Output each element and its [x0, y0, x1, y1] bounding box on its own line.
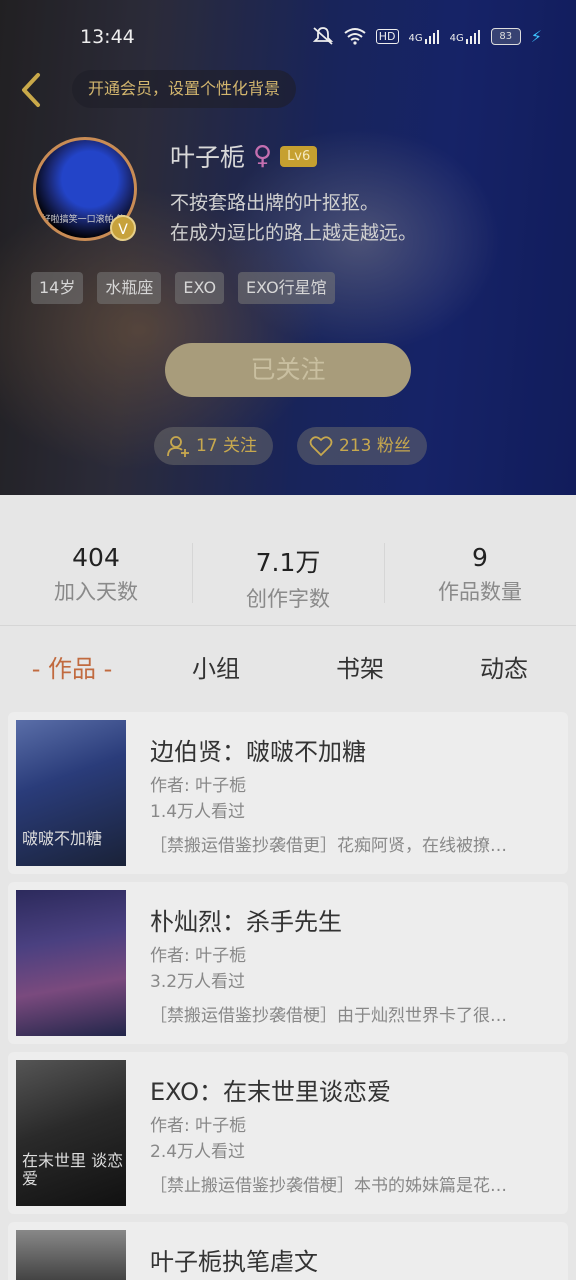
works-list: 啵啵不加糖 边伯贤：啵啵不加糖 作者: 叶子栀 1.4万人看过 ［禁搬运借鉴抄袭…	[8, 712, 568, 1280]
charging-icon: ⚡	[530, 26, 542, 46]
followers-count: 213 粉丝	[339, 436, 411, 456]
member-background-prompt[interactable]: 开通会员，设置个性化背景	[72, 70, 297, 108]
work-title: 边伯贤：啵啵不加糖	[150, 738, 366, 766]
signal-4g-icon: 4G	[409, 28, 440, 44]
bio: 不按套路出牌的叶抠抠。 在成为逗比的路上越走越远。	[170, 188, 417, 248]
stats-bar: 404 加入天数 7.1万 创作字数 9 作品数量	[0, 495, 576, 625]
book-cover: 在末世里 谈恋爱	[16, 1060, 126, 1206]
work-title: EXO：在末世里谈恋爱	[150, 1078, 391, 1106]
chevron-left-icon	[22, 73, 40, 107]
profile-tags: 14岁 水瓶座 EXO EXO行星馆	[31, 272, 335, 304]
mute-icon	[312, 27, 333, 45]
work-views: 3.2万人看过	[150, 972, 246, 992]
work-info: EXO：在末世里谈恋爱 作者: 叶子栀 2.4万人看过 ［禁止搬运借鉴抄袭借梗］…	[150, 1072, 556, 1196]
stat-days-label: 加入天数	[54, 580, 138, 604]
stat-works-value: 9	[472, 543, 488, 572]
work-card[interactable]: 啵啵不加糖 边伯贤：啵啵不加糖 作者: 叶子栀 1.4万人看过 ［禁搬运借鉴抄袭…	[8, 712, 568, 874]
back-button[interactable]	[16, 70, 48, 110]
signal-4g-icon-2: 4G	[450, 28, 481, 44]
tab-bookshelf[interactable]: 书架	[288, 649, 432, 684]
work-author: 作者: 叶子栀	[150, 946, 247, 966]
tab-groups[interactable]: 小组	[144, 649, 288, 684]
status-bar: 13:44 HD 4G 4G 83 ⚡	[0, 0, 576, 76]
followed-button[interactable]: 已关注	[165, 343, 411, 397]
work-card[interactable]: 朴灿烈：杀手先生 作者: 叶子栀 3.2万人看过 ［禁搬运借鉴抄袭借梗］由于灿烈…	[8, 882, 568, 1044]
profile-tabs: - 作品 - 小组 书架 动态	[0, 626, 576, 706]
tag-community[interactable]: EXO行星馆	[238, 272, 335, 304]
status-time: 13:44	[80, 26, 135, 48]
work-info: 叶子栀执笔虐文	[150, 1242, 556, 1277]
net-label-1: 4G	[408, 33, 423, 44]
work-card[interactable]: 在末世里 谈恋爱 EXO：在末世里谈恋爱 作者: 叶子栀 2.4万人看过 ［禁止…	[8, 1052, 568, 1214]
work-title: 叶子栀执笔虐文	[150, 1248, 318, 1276]
work-card[interactable]: 叶子栀执笔虐文	[8, 1222, 568, 1280]
stat-words-label: 创作字数	[246, 587, 330, 611]
book-cover	[16, 1230, 126, 1280]
following-button[interactable]: 17 关注	[154, 427, 274, 465]
stat-days-value: 404	[72, 543, 120, 572]
following-count: 17 关注	[196, 436, 258, 456]
tag-age: 14岁	[31, 272, 84, 304]
stat-works-label: 作品数量	[438, 580, 522, 604]
work-title: 朴灿烈：杀手先生	[150, 908, 342, 936]
work-description: ［禁搬运借鉴抄袭借梗］由于灿烈世界卡了很…	[150, 1006, 507, 1026]
work-description: ［禁搬运借鉴抄袭借更］花痴阿贤，在线被撩…	[150, 836, 507, 856]
username: 叶子栀	[170, 143, 246, 172]
stat-days: 404 加入天数	[0, 495, 192, 625]
work-info: 朴灿烈：杀手先生 作者: 叶子栀 3.2万人看过 ［禁搬运借鉴抄袭借梗］由于灿烈…	[150, 902, 556, 1026]
hd-icon: HD	[375, 28, 399, 44]
bio-line-1: 不按套路出牌的叶抠抠。	[170, 192, 380, 214]
status-icons: HD 4G 4G 83 ⚡	[312, 26, 542, 46]
stat-words-value: 7.1万	[255, 548, 321, 577]
work-info: 边伯贤：啵啵不加糖 作者: 叶子栀 1.4万人看过 ［禁搬运借鉴抄袭借更］花痴阿…	[150, 732, 556, 856]
tag-group[interactable]: EXO	[175, 272, 225, 304]
book-cover	[16, 890, 126, 1036]
work-views: 1.4万人看过	[150, 802, 246, 822]
tag-zodiac: 水瓶座	[97, 272, 162, 304]
work-description: ［禁止搬运借鉴抄袭借梗］本书的姊妹篇是花…	[150, 1176, 507, 1196]
profile-header: 13:44 HD 4G 4G 83 ⚡ 开通会员，设置个性化背景 好啦搞笑一口滚…	[0, 0, 576, 495]
tab-activity[interactable]: 动态	[432, 649, 576, 684]
followers-button[interactable]: 213 粉丝	[297, 427, 427, 465]
tab-works[interactable]: - 作品 -	[0, 649, 144, 684]
stat-words: 7.1万 创作字数	[192, 495, 384, 625]
work-views: 2.4万人看过	[150, 1142, 246, 1162]
bio-line-2: 在成为逗比的路上越走越远。	[170, 222, 418, 244]
heart-icon	[309, 436, 333, 457]
work-author: 作者: 叶子栀	[150, 1116, 247, 1136]
net-label-2: 4G	[449, 33, 464, 44]
work-author: 作者: 叶子栀	[150, 776, 247, 796]
username-row: 叶子栀 ♀ Lv6	[170, 138, 318, 174]
verified-badge: V	[110, 215, 136, 241]
female-icon: ♀	[253, 141, 273, 171]
add-user-icon	[167, 436, 189, 457]
stat-works: 9 作品数量	[384, 495, 576, 625]
wifi-icon	[344, 28, 366, 45]
follow-counts: 17 关注 213 粉丝	[154, 427, 427, 465]
battery-icon: 83	[490, 27, 521, 45]
cover-title: 啵啵不加糖	[22, 829, 103, 848]
book-cover: 啵啵不加糖	[16, 720, 126, 866]
level-badge: Lv6	[280, 145, 318, 167]
cover-title: 在末世里 谈恋爱	[22, 1151, 124, 1188]
